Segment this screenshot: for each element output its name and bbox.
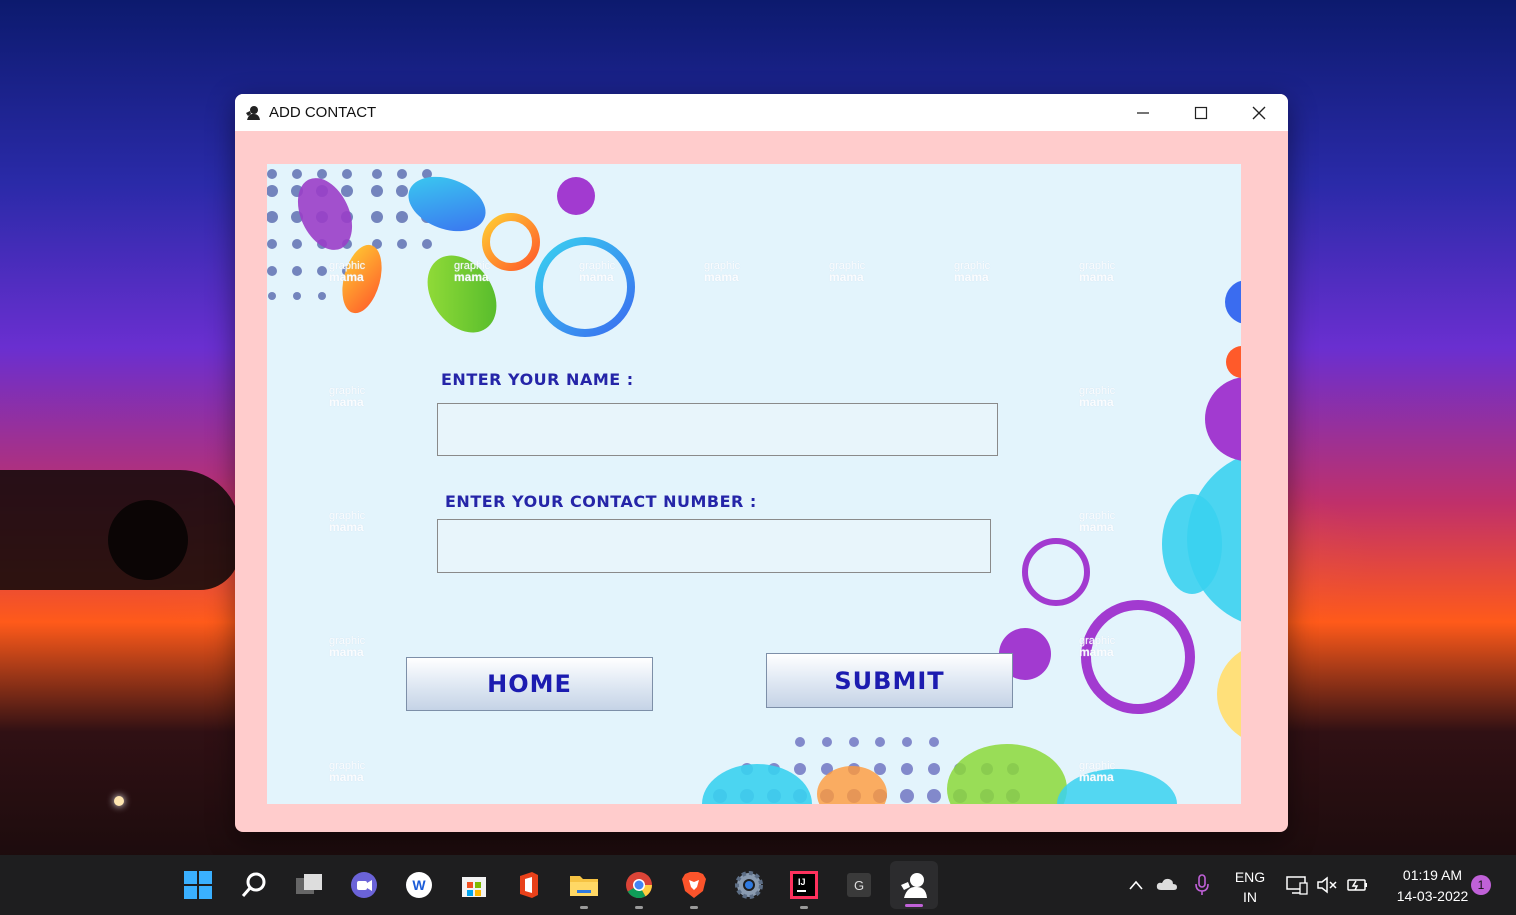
onedrive-icon[interactable]: [1156, 877, 1178, 891]
watermark: graphic mama: [454, 260, 491, 284]
close-icon: [1252, 106, 1266, 119]
maximize-button[interactable]: [1172, 94, 1230, 131]
watermark: graphic mama: [329, 635, 366, 659]
watermark: graphic mama: [1079, 385, 1116, 409]
g-app-button[interactable]: G: [841, 867, 877, 903]
start-button[interactable]: [180, 867, 216, 903]
svg-text:W: W: [412, 877, 426, 893]
name-field-wrapper: [437, 403, 998, 456]
region-code: IN: [1243, 889, 1257, 905]
minimize-icon: [1137, 111, 1149, 114]
watermark: graphic mama: [954, 260, 991, 284]
running-indicator: [690, 906, 698, 909]
running-indicator: [800, 906, 808, 909]
watermark: graphic mama: [1079, 760, 1116, 784]
watermark: graphic mama: [329, 760, 366, 784]
watermark: graphic mama: [704, 260, 741, 284]
intellij-button[interactable]: IJ: [786, 867, 822, 909]
task-view-button[interactable]: [291, 867, 327, 903]
g-app-icon: G: [847, 873, 871, 897]
network-icon[interactable]: [1286, 875, 1308, 895]
svg-text:G: G: [854, 878, 864, 893]
battery-charging-icon[interactable]: [1346, 876, 1370, 894]
watermark: graphic mama: [329, 385, 366, 409]
add-contact-app-button[interactable]: [890, 861, 938, 909]
submit-button[interactable]: SUBMIT: [766, 653, 1013, 708]
clock-date: 14-03-2022: [1396, 888, 1469, 904]
search-button[interactable]: [236, 867, 272, 903]
close-button[interactable]: [1230, 94, 1288, 131]
brave-button[interactable]: [676, 867, 712, 909]
taskbar: W IJ G ENG IN 01:19 AM 14-03-2022: [0, 855, 1516, 915]
chrome-icon: [626, 872, 653, 899]
running-indicator: [635, 906, 643, 909]
chat-button[interactable]: [346, 867, 382, 903]
running-indicator: [580, 906, 588, 909]
active-indicator: [905, 904, 923, 907]
office-icon: [520, 872, 538, 898]
wallpaper-sparkle: [114, 796, 124, 806]
add-contact-window: ADD CONTACT graphic mama graphic mama gr…: [235, 94, 1288, 832]
microphone-icon[interactable]: [1194, 874, 1210, 896]
wallpaper-plane-engine: [108, 500, 188, 580]
clock[interactable]: 01:19 AM 14-03-2022: [1380, 865, 1485, 907]
chrome-button[interactable]: [621, 867, 657, 909]
watermark: graphic mama: [329, 260, 366, 284]
file-explorer-icon: [570, 876, 598, 896]
window-controls: [1114, 94, 1288, 131]
watermark: graphic mama: [1079, 510, 1116, 534]
start-icon: [184, 871, 212, 899]
store-icon: [462, 877, 486, 897]
contact-app-icon: [246, 105, 260, 120]
language-indicator[interactable]: ENG IN: [1228, 867, 1272, 907]
contact-label: ENTER YOUR CONTACT NUMBER :: [445, 492, 757, 511]
search-icon: [241, 872, 266, 897]
settings-button[interactable]: [731, 867, 767, 903]
name-label: ENTER YOUR NAME :: [441, 370, 634, 389]
task-view-icon: [296, 874, 322, 894]
watermark: graphic mama: [1079, 260, 1116, 284]
form-panel: graphic mama graphic mama graphic mama grap…: [267, 164, 1241, 804]
watermark: graphic mama: [579, 260, 616, 284]
intellij-icon: IJ: [790, 871, 818, 899]
chat-icon: [351, 872, 377, 898]
watermark: graphic mama: [329, 510, 366, 534]
minimize-button[interactable]: [1114, 94, 1172, 131]
watermark: graphic mama: [1079, 635, 1116, 659]
maximize-icon: [1194, 106, 1208, 119]
show-hidden-icons-icon[interactable]: [1128, 879, 1144, 891]
svg-text:IJ: IJ: [798, 877, 806, 887]
settings-icon: [735, 871, 763, 899]
notification-badge[interactable]: 1: [1471, 875, 1491, 895]
file-explorer-button[interactable]: [566, 867, 602, 909]
contact-number-input[interactable]: [438, 520, 990, 572]
brave-icon: [682, 872, 706, 898]
office-button[interactable]: [511, 867, 547, 903]
wps-icon: W: [406, 872, 432, 898]
contact-field-wrapper: [437, 519, 991, 573]
store-button[interactable]: [456, 867, 492, 903]
wps-button[interactable]: W: [401, 867, 437, 903]
volume-muted-icon[interactable]: [1316, 876, 1338, 894]
language-code: ENG: [1234, 869, 1266, 885]
add-contact-app-icon: [901, 873, 927, 898]
home-button[interactable]: HOME: [406, 657, 653, 711]
name-input[interactable]: [438, 404, 997, 455]
window-title: ADD CONTACT: [269, 104, 377, 121]
title-bar[interactable]: ADD CONTACT: [235, 94, 1288, 131]
clock-time: 01:19 AM: [1402, 867, 1463, 883]
watermark: graphic mama: [829, 260, 866, 284]
